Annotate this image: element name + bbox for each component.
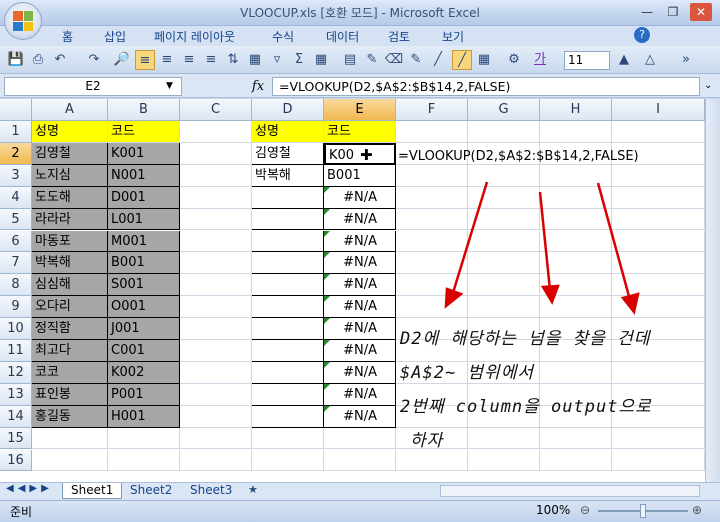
tab-sheet1[interactable]: Sheet1: [62, 483, 123, 499]
tab-sheet3[interactable]: Sheet3: [182, 483, 240, 499]
office-logo-icon: [13, 11, 33, 31]
annotation-formula: =VLOOKUP(D2,$A$2:$B$14,2,FALSE): [398, 149, 639, 164]
tab-sheet2[interactable]: Sheet2: [122, 483, 180, 499]
horizontal-scrollbar[interactable]: [440, 485, 700, 497]
annotation-line-3: 2번째 column을 output으로: [400, 397, 652, 417]
red-arrows: [444, 181, 640, 315]
arrow-1: [450, 181, 489, 297]
new-sheet-icon[interactable]: ★: [248, 483, 258, 496]
office-button[interactable]: [4, 2, 42, 40]
status-ready: 준비: [10, 505, 33, 519]
annotation-line-1: D2에 해당하는 넘을 찾을 건데: [400, 329, 651, 349]
arrow-1-head: [444, 287, 464, 309]
arrow-2: [538, 191, 552, 291]
annotation-overlay: [444, 181, 640, 315]
zoom-thumb[interactable]: [640, 504, 646, 518]
zoom-out-icon[interactable]: ⊖: [580, 503, 590, 517]
arrow-3-head: [620, 292, 640, 315]
zoom-level: 100%: [536, 503, 571, 517]
tab-nav-icon[interactable]: ◀◀▶▶: [6, 483, 53, 494]
annotation-line-2: $A$2~ 범위에서: [400, 363, 534, 383]
annotation-line-4: 하자: [410, 431, 444, 451]
arrow-3: [596, 182, 632, 301]
arrow-2-head: [540, 284, 560, 305]
zoom-in-icon[interactable]: ⊕: [692, 503, 702, 517]
